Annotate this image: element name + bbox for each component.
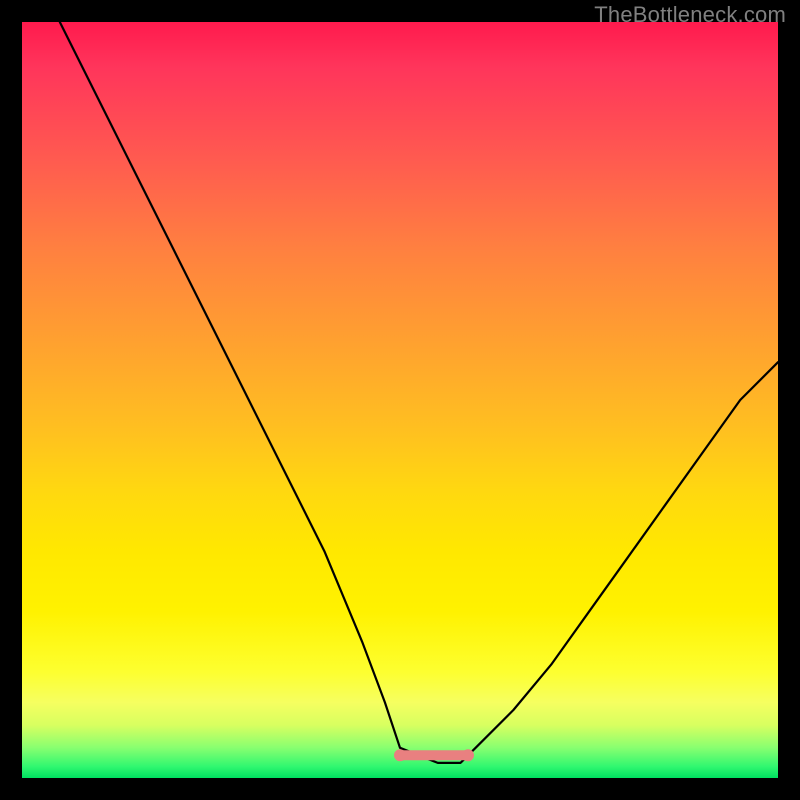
watermark-text: TheBottleneck.com (594, 2, 786, 28)
bottleneck-curve (22, 22, 778, 778)
chart-frame: TheBottleneck.com (0, 0, 800, 800)
plot-area (22, 22, 778, 778)
